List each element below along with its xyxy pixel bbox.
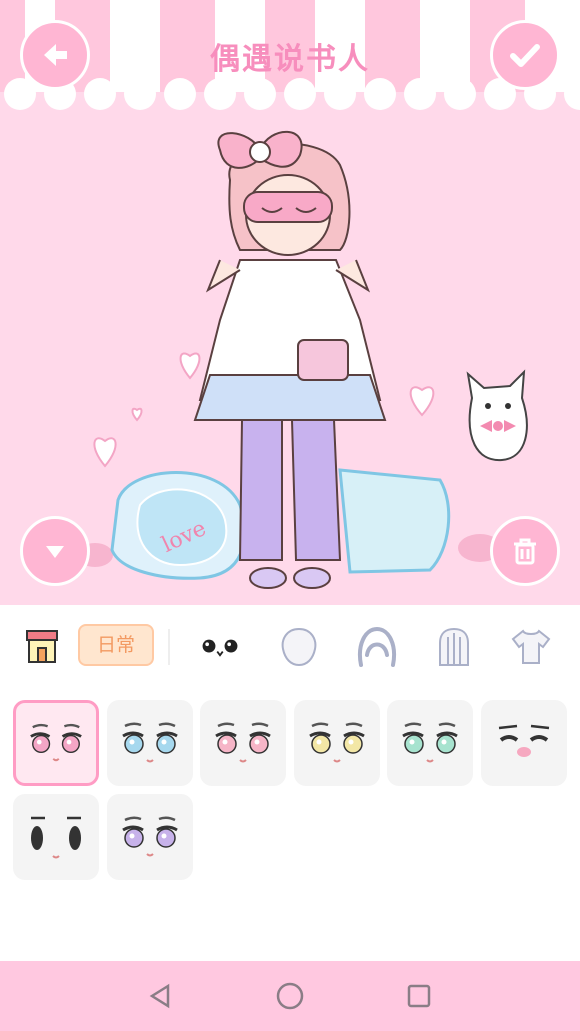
system-navbar	[0, 961, 580, 1031]
head-icon[interactable]	[277, 625, 321, 669]
check-icon	[510, 44, 540, 67]
square-recents-icon[interactable]	[402, 979, 436, 1013]
triangle-back-icon[interactable]	[143, 979, 177, 1013]
eye-option-pink-round-eyes[interactable]	[200, 700, 286, 786]
delete-button[interactable]	[490, 516, 560, 586]
shirt-icon[interactable]	[509, 625, 553, 669]
eye-option-yellow-eyes[interactable]	[293, 700, 380, 786]
eye-style-icon	[121, 722, 178, 763]
eye-style-icon	[498, 724, 549, 757]
eye-option-mint-eyes[interactable]	[387, 700, 473, 786]
arrow-left-icon	[44, 44, 67, 66]
eye-option-closed-smile-eyes[interactable]	[480, 700, 567, 786]
face-eyes-icon[interactable]	[198, 625, 242, 669]
confirm-button[interactable]	[490, 20, 560, 90]
collapse-button[interactable]	[20, 516, 90, 586]
eye-style-icon	[402, 722, 458, 763]
eye-style-icon	[215, 722, 271, 763]
dressup-stage: 偶遇说书人 love	[0, 0, 580, 605]
shop-icon[interactable]	[20, 625, 64, 669]
eye-option-blue-eyes[interactable]	[106, 700, 193, 786]
chevron-down-icon	[46, 546, 64, 558]
category-tabs: 日常	[0, 605, 580, 690]
trash-icon	[514, 538, 536, 565]
eye-style-icon	[308, 722, 365, 763]
character-scene: love	[77, 130, 528, 589]
eye-option-black-dot-eyes[interactable]	[13, 794, 99, 880]
eye-option-purple-eyes[interactable]	[106, 794, 193, 880]
divider	[168, 629, 170, 665]
eye-style-icon	[121, 816, 178, 857]
eye-style-icon	[31, 816, 81, 859]
pillows: love	[77, 468, 502, 580]
back-hair-icon[interactable]	[432, 625, 476, 669]
cat	[466, 369, 528, 462]
eye-option-pink-eyes[interactable]	[13, 700, 99, 786]
customization-panel: 日常	[0, 605, 580, 961]
eye-style-icon	[30, 723, 82, 762]
back-button[interactable]	[20, 20, 90, 90]
hair-icon[interactable]	[355, 625, 399, 669]
daily-tag[interactable]: 日常	[78, 624, 154, 666]
circle-home-icon[interactable]	[273, 979, 307, 1013]
